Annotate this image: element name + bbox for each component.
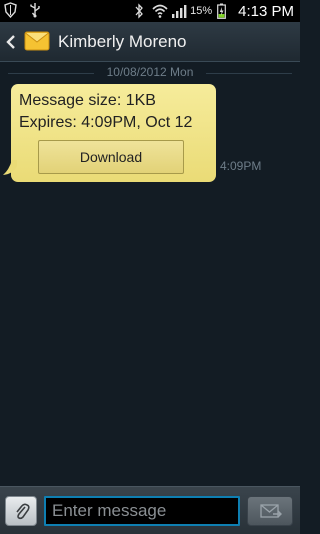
message-thread[interactable]: 10/08/2012 Mon Message size: 1KB Expires… (0, 62, 300, 486)
message-size-text: Message size: 1KB (19, 92, 156, 109)
signal-icon (171, 3, 187, 19)
clock: 4:13 PM (238, 2, 294, 20)
mms-notification-bubble[interactable]: Message size: 1KB Expires: 4:09PM, Oct 1… (11, 84, 216, 182)
contact-name[interactable]: Kimberly Moreno (58, 32, 187, 52)
back-icon[interactable] (5, 32, 17, 52)
usb-icon (28, 2, 42, 18)
status-left-icons (4, 2, 42, 19)
wifi-icon (152, 3, 168, 19)
envelope-icon[interactable] (24, 28, 50, 54)
battery-icon (217, 3, 231, 19)
message-input[interactable] (44, 496, 240, 526)
action-bar: Kimberly Moreno (0, 22, 300, 62)
message-expires-text: Expires: 4:09PM, Oct 12 (19, 114, 193, 131)
bluetooth-icon (133, 3, 147, 19)
shield-icon (4, 2, 18, 19)
status-right-icons: 15% 4:13 PM (133, 0, 294, 22)
bubble-tail (3, 160, 17, 176)
date-separator: 10/08/2012 Mon (0, 65, 300, 81)
attach-button[interactable] (5, 496, 37, 526)
composer-bar (0, 486, 300, 534)
message-time: 4:09PM (220, 159, 262, 173)
download-button[interactable]: Download (38, 140, 184, 174)
send-button[interactable] (247, 496, 293, 526)
battery-percent: 15% (190, 5, 213, 17)
status-bar: 15% 4:13 PM (0, 0, 300, 22)
